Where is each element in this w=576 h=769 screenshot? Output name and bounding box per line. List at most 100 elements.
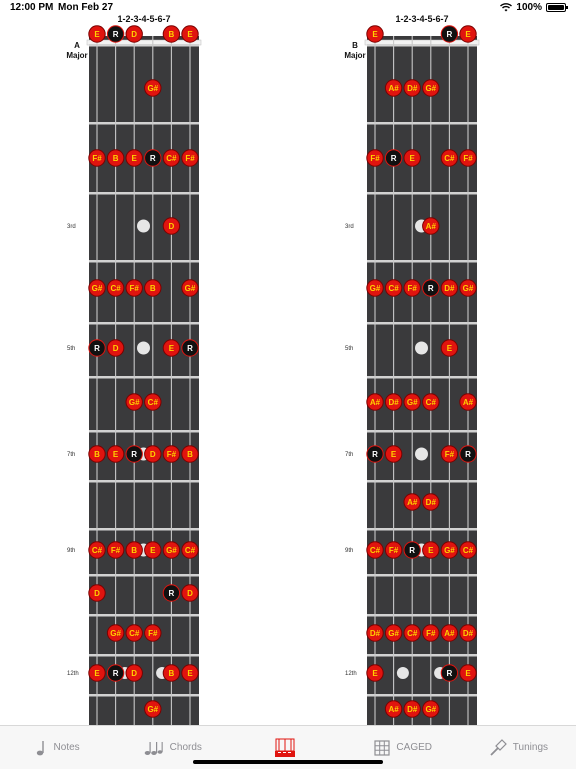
note-dot: A# xyxy=(422,217,440,235)
note-dot-label: F# xyxy=(130,284,140,293)
fret-line xyxy=(89,694,199,697)
note-dot-label: D xyxy=(150,450,156,459)
note-dot-label: A# xyxy=(444,629,455,638)
note-dot-label: E xyxy=(410,154,416,163)
note-dot: C# xyxy=(181,541,199,559)
note-dot: E xyxy=(403,149,421,167)
note-dot-label: G# xyxy=(370,284,381,293)
fret-number-label: 9th xyxy=(67,548,75,554)
note-dot-label: R xyxy=(447,30,453,39)
note-dot-label: C# xyxy=(407,629,418,638)
note-dot-label: D xyxy=(113,344,119,353)
note-dot-label: B xyxy=(169,30,175,39)
note-dot: G# xyxy=(422,79,440,97)
tab-caged-label: CAGED xyxy=(396,742,432,753)
note-dot: G# xyxy=(366,279,384,297)
note-dot: F# xyxy=(440,445,459,463)
note-dot-label: F# xyxy=(426,629,436,638)
note-dot-label: D xyxy=(94,589,100,598)
note-dot: E xyxy=(366,25,384,43)
note-dot-label: R xyxy=(113,30,119,39)
fret-inlay xyxy=(396,667,409,679)
note-dot: D# xyxy=(422,493,440,511)
fret-line xyxy=(89,574,199,577)
tab-notes[interactable]: Notes xyxy=(0,726,115,769)
root-note-dot: R xyxy=(181,339,199,357)
fret-line xyxy=(367,44,477,47)
note-dot-label: D# xyxy=(463,629,474,638)
tab-chords-label: Chords xyxy=(169,742,202,753)
note-dot-label: G# xyxy=(444,546,455,555)
note-dot: F# xyxy=(181,149,199,167)
note-dot: F# xyxy=(144,624,162,642)
note-dot-label: A# xyxy=(463,398,474,407)
tab-tunings[interactable]: Tunings xyxy=(461,726,576,769)
note-dot-label: E xyxy=(391,450,397,459)
note-dot: A# xyxy=(384,700,403,718)
note-dot-label: D# xyxy=(388,398,399,407)
note-dot-label: G# xyxy=(388,629,399,638)
note-dot: C# xyxy=(106,279,125,297)
note-dot: F# xyxy=(162,445,181,463)
note-dot-label: B xyxy=(113,154,119,163)
note-dot: E xyxy=(144,541,162,559)
note-dot-label: G# xyxy=(147,84,158,93)
tab-tunings-label: Tunings xyxy=(512,742,549,753)
note-dot: B xyxy=(162,664,181,682)
note-dot: G# xyxy=(144,79,162,97)
fret-line xyxy=(89,44,199,47)
fret-line xyxy=(89,654,199,657)
scale-label: Major xyxy=(66,51,87,60)
note-dot-label: D# xyxy=(407,84,418,93)
fret-line xyxy=(89,322,199,325)
note-dot-label: C# xyxy=(185,546,196,555)
fretboard-body xyxy=(367,36,477,725)
note-dot-label: R xyxy=(113,669,119,678)
note-dot-label: D# xyxy=(444,284,455,293)
note-dot-label: A# xyxy=(388,705,399,714)
fret-line xyxy=(367,376,477,379)
note-dot-label: F# xyxy=(92,154,102,163)
note-dot: F# xyxy=(403,279,421,297)
note-dot-label: C# xyxy=(463,546,474,555)
fretboard-2: 1-2-3-4-5-6-7 BMajor 3rd 5th 7th 9th 12th E R E A#… xyxy=(344,14,480,725)
note-dot-label: E xyxy=(187,669,193,678)
note-dot: F# xyxy=(459,149,477,167)
note-dot: G# xyxy=(459,279,477,297)
note-dot: F# xyxy=(106,541,125,559)
note-dot: D xyxy=(125,664,143,682)
note-dot-label: R xyxy=(372,450,378,459)
note-dot: C# xyxy=(403,624,421,642)
root-note-dot: R xyxy=(106,664,125,682)
note-dot-label: G# xyxy=(147,705,158,714)
root-note-dot: R xyxy=(106,25,125,43)
note-dot-label: D# xyxy=(407,705,418,714)
fret-number-label: 9th xyxy=(345,548,353,554)
note-dot-label: G# xyxy=(407,398,418,407)
note-dot-label: B xyxy=(150,284,156,293)
note-dot-label: E xyxy=(465,669,471,678)
note-dot: E xyxy=(162,339,181,357)
note-dot: D# xyxy=(384,393,403,411)
fret-line xyxy=(367,574,477,577)
note-dot-label: E xyxy=(465,30,471,39)
fretboard-diagrams: 1-2-3-4-5-6-7 A Major 3rd 5th 7th 9th 12th E R D B E… xyxy=(0,0,576,725)
note-dot: B xyxy=(162,25,181,43)
fret-line xyxy=(367,694,477,697)
note-dot: C# xyxy=(88,541,106,559)
fret-line xyxy=(89,528,199,531)
note-dot: C# xyxy=(384,279,403,297)
scale-label: Major xyxy=(344,51,365,60)
note-dot: B xyxy=(144,279,162,297)
note-dot: G# xyxy=(144,700,162,718)
note-dot-label: E xyxy=(372,669,378,678)
note-dot: C# xyxy=(125,624,143,642)
fret-line xyxy=(367,528,477,531)
root-note-dot: R xyxy=(459,445,477,463)
note-dot: D xyxy=(162,217,181,235)
note-dot-label: C# xyxy=(166,154,177,163)
interval-header: 1-2-3-4-5-6-7 xyxy=(117,14,170,24)
note-dot: E xyxy=(181,664,199,682)
note-dot-label: C# xyxy=(444,154,455,163)
fret-line xyxy=(367,260,477,263)
